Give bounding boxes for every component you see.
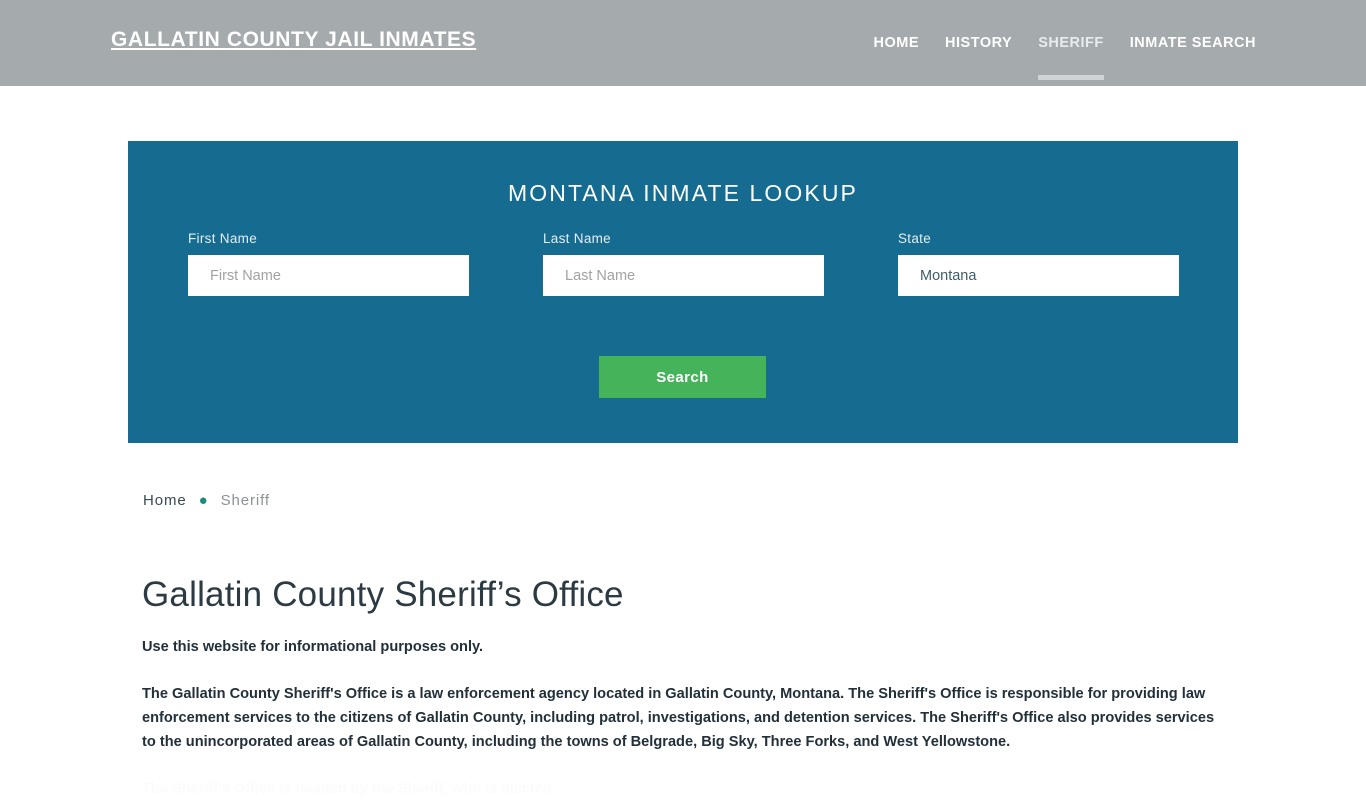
state-select[interactable]	[898, 255, 1179, 296]
nav-item-home[interactable]: Home	[861, 0, 933, 86]
first-name-label: First Name	[188, 231, 258, 246]
state-field-group: State	[898, 231, 1179, 296]
nav-item-history[interactable]: History	[932, 0, 1025, 86]
last-name-input[interactable]	[543, 255, 824, 296]
site-header: Gallatin County Jail Inmates Home Histor…	[0, 0, 1366, 86]
breadcrumb-current: Sheriff	[220, 492, 270, 509]
intro-paragraph: Use this website for informational purpo…	[142, 639, 484, 655]
last-name-field-group: Last Name	[543, 231, 824, 296]
panel-title: Montana Inmate Lookup	[508, 180, 858, 206]
state-label: State	[898, 231, 932, 246]
inmate-lookup-panel: Montana Inmate Lookup First Name Last Na…	[128, 141, 1238, 443]
nav-item-sheriff[interactable]: Sheriff	[1025, 0, 1117, 86]
breadcrumb: Home ● Sheriff	[143, 492, 270, 509]
next-paragraph-clipped: The Sheriff's Office is headed by the Sh…	[142, 781, 552, 797]
page-title: Gallatin County Sheriff’s Office	[142, 575, 624, 614]
main-navigation: Home History Sheriff Inmate Search	[861, 0, 1256, 86]
last-name-label: Last Name	[543, 231, 611, 246]
search-button[interactable]: Search	[599, 356, 766, 398]
page-body: Use this website for informational purpo…	[142, 635, 1222, 801]
first-name-input[interactable]	[188, 255, 469, 296]
lookup-fields: First Name Last Name State	[128, 231, 1238, 306]
site-brand[interactable]: Gallatin County Jail Inmates	[111, 28, 476, 52]
first-name-field-group: First Name	[188, 231, 469, 296]
breadcrumb-home[interactable]: Home	[143, 492, 187, 509]
description-paragraph: The Gallatin County Sheriff's Office is …	[142, 686, 1215, 750]
breadcrumb-separator-icon: ●	[198, 492, 209, 509]
nav-item-inmate-search[interactable]: Inmate Search	[1117, 0, 1256, 86]
